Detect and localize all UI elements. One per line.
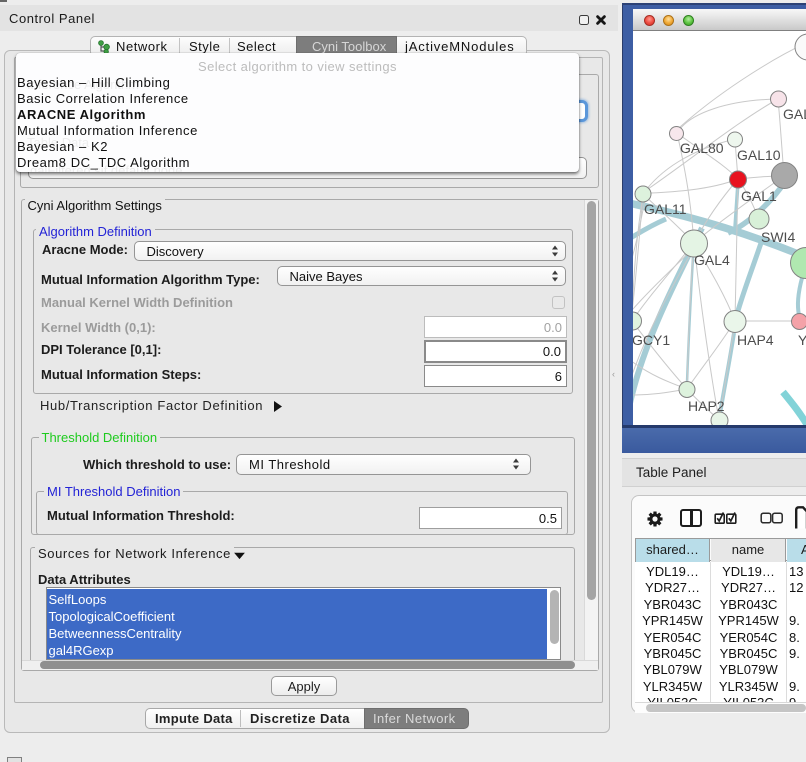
- svg-text:GAL80: GAL80: [680, 140, 724, 156]
- svg-text:SWI4: SWI4: [761, 229, 795, 245]
- svg-text:GAL1: GAL1: [741, 188, 777, 204]
- svg-text:HAP2: HAP2: [688, 398, 725, 414]
- svg-text:GAL2: GAL2: [783, 106, 806, 122]
- svg-text:GAL11: GAL11: [644, 201, 687, 217]
- svg-text:HAP4: HAP4: [737, 332, 774, 348]
- svg-text:GAL4: GAL4: [694, 252, 730, 268]
- svg-text:GAL10: GAL10: [737, 147, 781, 163]
- svg-text:GCY1: GCY1: [633, 332, 670, 348]
- svg-text:Y: Y: [798, 332, 806, 348]
